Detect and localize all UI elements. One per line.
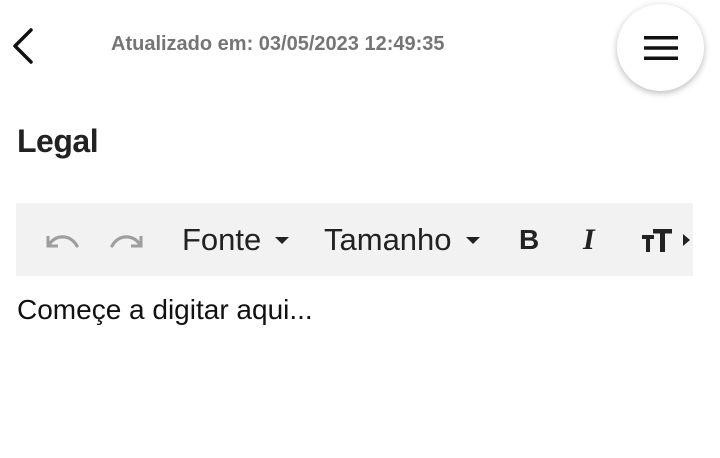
font-caret-down-icon: [275, 237, 290, 244]
bold-icon: B: [519, 223, 540, 255]
text-size-button[interactable]: [642, 203, 674, 276]
size-caret-down-icon: [465, 237, 480, 244]
editor-placeholder[interactable]: Começe a digitar aqui...: [17, 294, 313, 326]
font-dropdown-label: Fonte: [182, 221, 262, 257]
font-dropdown[interactable]: Fonte: [182, 203, 290, 276]
toolbar-scroll-right[interactable]: [682, 203, 691, 276]
redo-button[interactable]: [109, 203, 147, 276]
page: Atualizado em: 03/05/2023 12:49:35 Legal…: [0, 0, 720, 458]
bold-button[interactable]: B: [519, 203, 539, 276]
size-dropdown[interactable]: Tamanho: [324, 203, 480, 276]
section-title: Legal: [17, 123, 99, 159]
last-updated-text: Atualizado em: 03/05/2023 12:49:35: [111, 33, 445, 55]
hamburger-menu-icon: [643, 35, 678, 60]
size-dropdown-label: Tamanho: [324, 221, 452, 257]
menu-button[interactable]: [617, 4, 704, 91]
back-button[interactable]: [6, 26, 40, 66]
text-size-icon: [642, 228, 672, 252]
caret-right-icon: [683, 233, 690, 246]
italic-icon: I: [583, 222, 595, 256]
italic-button[interactable]: I: [583, 203, 595, 276]
redo-icon: [110, 234, 143, 248]
editor-toolbar: Fonte Tamanho B I: [16, 203, 693, 276]
undo-icon: [46, 234, 79, 248]
undo-button[interactable]: [44, 203, 82, 276]
chevron-left-icon: [13, 28, 33, 64]
